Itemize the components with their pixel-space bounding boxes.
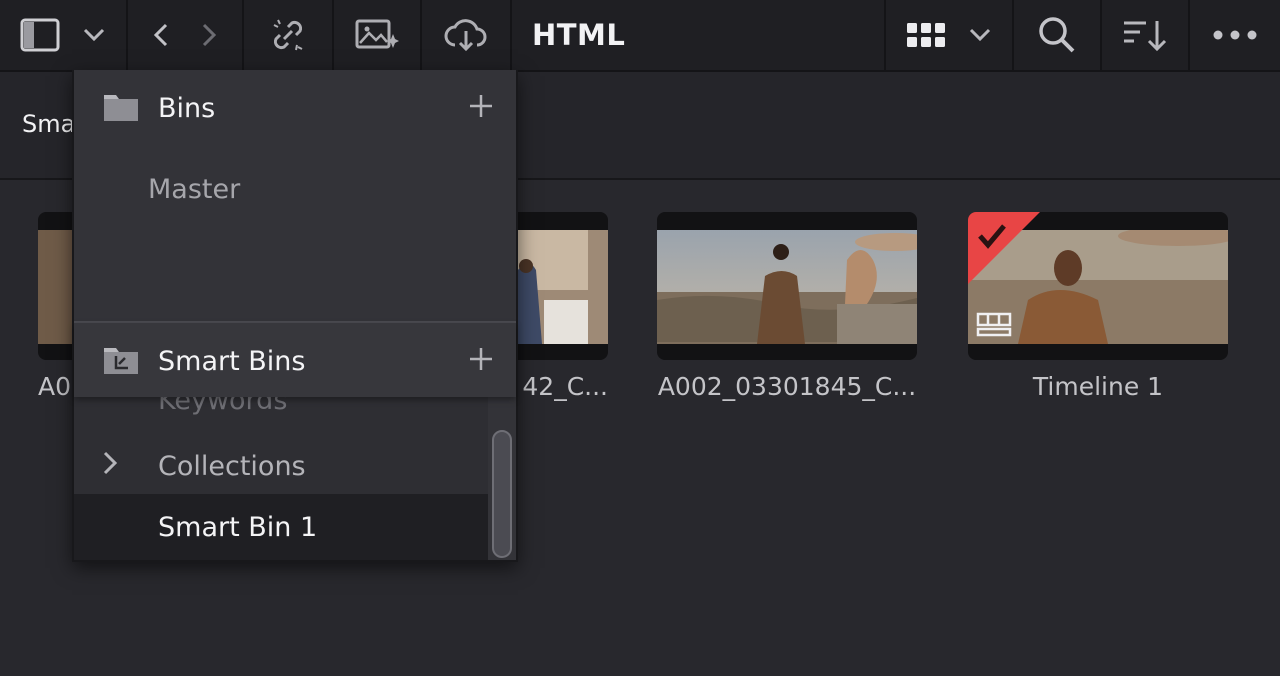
chevron-down-icon[interactable] (968, 27, 992, 43)
add-bin-icon[interactable] (468, 93, 494, 123)
bins-dropdown-panel: Bins Master Keywords Collections Smart B… (72, 70, 518, 562)
back-icon[interactable] (153, 22, 169, 48)
timeline-icon (976, 312, 1012, 337)
image-button[interactable] (334, 0, 422, 70)
smart-bin-label: Smart Bin 1 (158, 511, 318, 543)
bins-title: Bins (158, 92, 216, 124)
clip-frame (657, 230, 917, 344)
grid-view-icon[interactable] (906, 22, 946, 48)
bins-header: Bins (74, 70, 516, 146)
toolbar-title: HTML (512, 0, 886, 70)
smart-bins-title: Smart Bins (158, 345, 306, 377)
cloud-button[interactable] (422, 0, 512, 70)
unlink-button[interactable] (244, 0, 334, 70)
chevron-down-icon[interactable] (82, 27, 106, 43)
timeline-flag-icon (968, 212, 1040, 284)
timeline-label: Timeline 1 (1032, 372, 1164, 401)
smart-bin-label: Keywords (158, 397, 288, 416)
unlink-icon[interactable] (270, 17, 306, 53)
search-button[interactable] (1014, 0, 1102, 70)
sort-button[interactable] (1102, 0, 1190, 70)
current-bin-label: Sma (22, 110, 76, 138)
cloud-download-icon[interactable] (443, 17, 489, 53)
sidebar-controls (0, 0, 128, 70)
toolbar: HTML (0, 0, 1280, 72)
scrollbar[interactable] (492, 430, 512, 558)
smart-bin-item-keywords[interactable]: Keywords (74, 397, 488, 433)
add-smart-bin-icon[interactable] (468, 346, 494, 376)
smart-bin-label: Collections (158, 450, 306, 482)
sidebar-toggle-icon[interactable] (20, 18, 60, 52)
smart-bins-header: Smart Bins (74, 323, 516, 399)
bin-item-master[interactable]: Master (148, 174, 240, 205)
sort-icon[interactable] (1122, 18, 1168, 52)
forward-icon[interactable] (201, 22, 217, 48)
more-button[interactable] (1190, 0, 1280, 70)
clip-thumbnail[interactable] (657, 212, 917, 360)
view-mode-controls (886, 0, 1014, 70)
smart-bin-item-collections[interactable]: Collections (74, 433, 488, 499)
smart-bin-item-smart-bin-1[interactable]: Smart Bin 1 (74, 494, 488, 560)
more-icon[interactable] (1213, 30, 1257, 40)
chevron-right-icon[interactable] (102, 450, 118, 483)
timeline-thumbnail[interactable] (968, 212, 1228, 360)
image-sparkle-icon[interactable] (355, 18, 399, 52)
smart-bins-list: Keywords Collections Smart Bin 1 (74, 397, 488, 560)
nav-controls (128, 0, 244, 70)
smart-folder-icon (102, 342, 140, 380)
search-icon[interactable] (1038, 16, 1076, 54)
folder-icon (102, 89, 140, 127)
clip-label: A002_03301845_C... (657, 372, 917, 401)
